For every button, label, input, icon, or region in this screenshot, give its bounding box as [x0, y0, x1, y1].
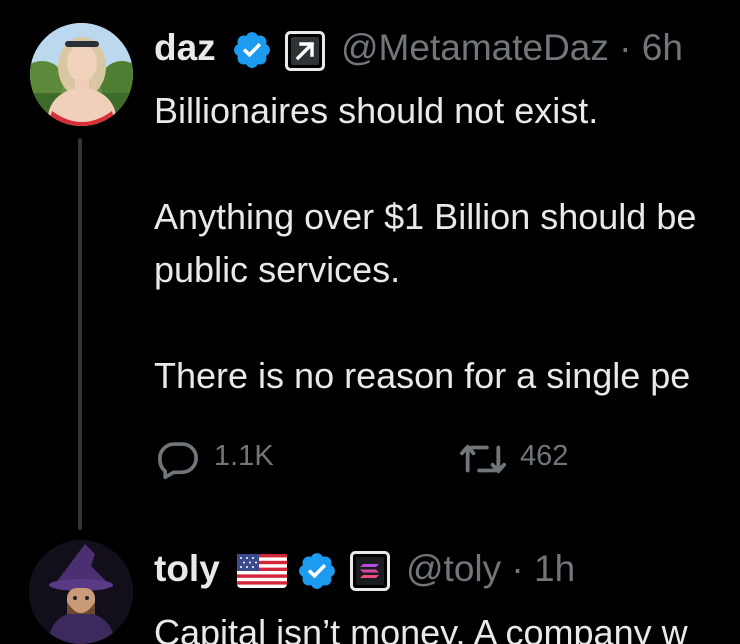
meta-separator: ·: [619, 27, 632, 68]
reply-button[interactable]: 1.1K: [156, 434, 296, 480]
verified-badge-icon: [234, 32, 270, 68]
repost-icon: [459, 444, 506, 474]
user-handle[interactable]: @MetamateDaz: [341, 27, 609, 68]
us-flag-icon: [237, 554, 287, 588]
post-meta: @MetamateDaz · 6h: [341, 27, 683, 69]
post-text-line: There is no reason for a single pe: [154, 355, 691, 396]
post-text-line: public services.: [154, 249, 401, 290]
avatar-daz-image: [30, 23, 133, 126]
post-timestamp[interactable]: 1h: [534, 548, 575, 589]
repost-button[interactable]: 462: [458, 434, 598, 478]
user-handle[interactable]: @toly: [406, 548, 501, 589]
solana-logo-icon[interactable]: [350, 551, 390, 591]
post-body: Capital isn’t money. A company w: [154, 606, 740, 644]
avatar-toly[interactable]: [29, 540, 133, 644]
verified-badge-icon: [299, 553, 335, 589]
post-text-line: Billionaires should not exist.: [154, 90, 599, 131]
reply-bubble-icon: [158, 442, 198, 480]
thread-connector-line: [78, 138, 82, 530]
post-daz[interactable]: daz @MetamateDaz · 6h Billionaires shoul…: [0, 0, 740, 530]
post-text-line: [154, 296, 740, 349]
post-text-line: [154, 137, 740, 190]
post-timestamp[interactable]: 6h: [642, 27, 683, 68]
post-toly[interactable]: toly @toly · 1h Capital isn’t money. A c…: [0, 530, 740, 644]
display-name[interactable]: toly: [154, 548, 220, 590]
avatar-toly-image: [29, 540, 133, 644]
display-name[interactable]: daz: [154, 27, 216, 69]
meta-separator: ·: [511, 548, 524, 589]
post-body: Billionaires should not exist. Anything …: [154, 84, 740, 404]
post-text-line: Anything over $1 Billion should be: [154, 196, 697, 237]
post-meta: @toly · 1h: [406, 548, 575, 590]
post-text-line: Capital isn’t money. A company w: [154, 612, 688, 644]
reply-count: 1.1K: [214, 440, 274, 472]
repost-count: 462: [520, 440, 569, 472]
arrow-up-right-affiliate-icon[interactable]: [285, 31, 325, 71]
avatar-daz[interactable]: [30, 23, 133, 126]
